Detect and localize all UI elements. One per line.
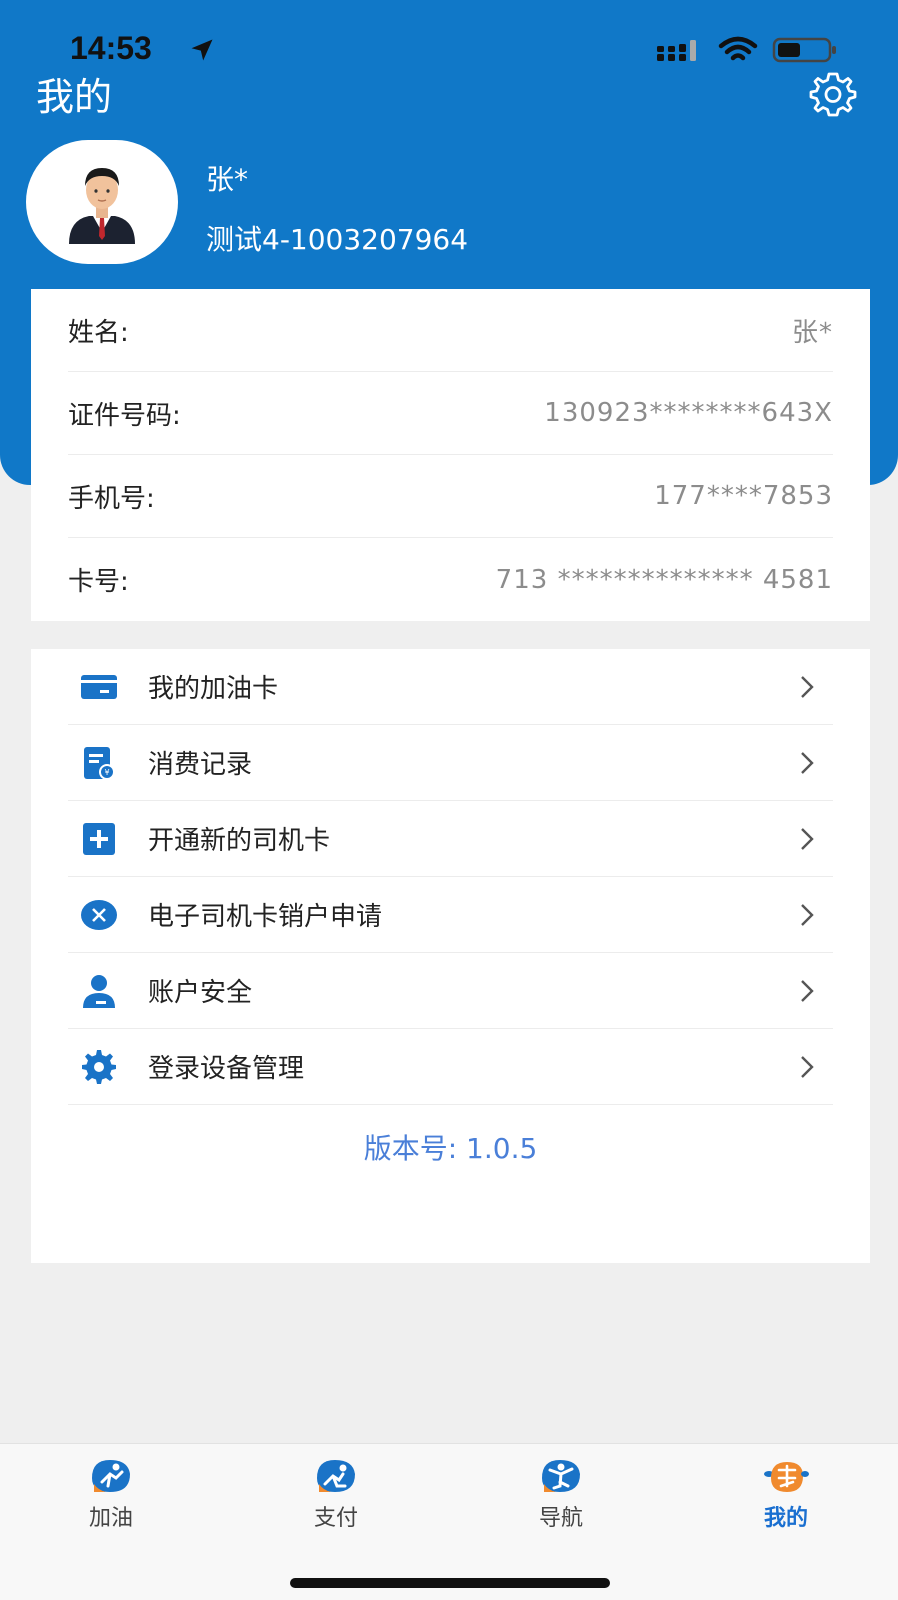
chevron-right-icon: [801, 1055, 814, 1078]
tab-label: 我的: [763, 1506, 808, 1531]
tab-pay[interactable]: 支付: [276, 1456, 396, 1536]
user-account: 测试4-1003207964: [206, 223, 469, 256]
status-time: 14:53: [70, 30, 152, 66]
version-label: 版本号: 1.0.5: [363, 1132, 538, 1165]
menu-item-account-security[interactable]: 账户安全: [68, 953, 833, 1029]
menu-item-consumption-records[interactable]: ¥ 消费记录: [68, 725, 833, 801]
device-gear-icon: [82, 1049, 116, 1084]
menu-label: 登录设备管理: [148, 1054, 305, 1084]
chevron-right-icon: [801, 827, 814, 850]
tab-label: 加油: [88, 1506, 133, 1531]
chevron-right-icon: [801, 903, 814, 926]
nav-tab-icon: [542, 1460, 580, 1492]
location-arrow-icon: [191, 39, 213, 61]
tab-navigation[interactable]: 导航: [501, 1456, 621, 1536]
menu-card: 我的加油卡 ¥ 消费记录 开通新的司机卡 电子司机卡销户申请 账户安全 登录设备…: [31, 649, 870, 1263]
info-value: 张*: [791, 317, 833, 348]
info-label: 卡号:: [68, 567, 129, 597]
menu-label: 电子司机卡销户申请: [148, 902, 383, 932]
svg-text:¥: ¥: [104, 768, 109, 777]
avatar[interactable]: [26, 140, 178, 264]
chevron-right-icon: [801, 751, 814, 774]
add-card-icon: [83, 822, 115, 855]
signal-icon: [657, 40, 696, 61]
mine-tab-icon: [764, 1462, 809, 1492]
home-indicator: [290, 1578, 610, 1588]
menu-item-fuel-card[interactable]: 我的加油卡: [68, 649, 833, 725]
menu-label: 我的加油卡: [148, 674, 279, 704]
tab-label: 支付: [313, 1506, 358, 1531]
settings-gear-icon[interactable]: [808, 70, 858, 120]
user-name: 张*: [206, 163, 249, 196]
info-value: 713 ************** 4581: [495, 564, 833, 595]
info-value: 177****7853: [654, 481, 833, 511]
info-label: 姓名:: [68, 317, 129, 348]
info-row-card-number: 卡号: 713 ************** 4581: [68, 538, 833, 621]
cancel-icon: [81, 899, 117, 930]
user-avatar-icon: [69, 168, 135, 244]
menu-label: 账户安全: [148, 978, 253, 1008]
info-row-id-number: 证件号码: 130923********643X: [68, 372, 833, 455]
chevron-right-icon: [801, 979, 814, 1002]
pay-tab-icon: [317, 1460, 355, 1492]
info-row-name: 姓名: 张*: [68, 289, 833, 372]
menu-label: 开通新的司机卡: [148, 826, 331, 856]
refuel-tab-icon: [92, 1460, 130, 1492]
info-row-phone: 手机号: 177****7853: [68, 455, 833, 538]
page-title: 我的: [36, 75, 113, 119]
tab-mine[interactable]: 我的: [726, 1456, 846, 1536]
info-label: 证件号码:: [68, 400, 181, 431]
menu-item-device-management[interactable]: 登录设备管理: [68, 1029, 833, 1105]
info-value: 130923********643X: [544, 398, 833, 428]
info-label: 手机号:: [68, 483, 155, 514]
user-security-icon: [83, 974, 115, 1008]
tab-label: 导航: [538, 1506, 583, 1531]
chevron-right-icon: [801, 675, 814, 698]
tab-refuel[interactable]: 加油: [51, 1456, 171, 1536]
menu-item-cancel-driver-card[interactable]: 电子司机卡销户申请: [68, 877, 833, 953]
fuel-card-icon: [81, 674, 117, 699]
wifi-icon: [718, 36, 758, 61]
user-info-card: 姓名: 张* 证件号码: 130923********643X 手机号: 177…: [31, 289, 870, 621]
receipt-icon: ¥: [84, 746, 115, 780]
battery-icon: [772, 37, 836, 63]
bottom-tab-bar: 加油 支付 导航 我的: [0, 1443, 898, 1600]
status-bar: 14:53: [0, 28, 898, 70]
menu-item-open-driver-card[interactable]: 开通新的司机卡: [68, 801, 833, 877]
menu-label: 消费记录: [148, 750, 253, 780]
